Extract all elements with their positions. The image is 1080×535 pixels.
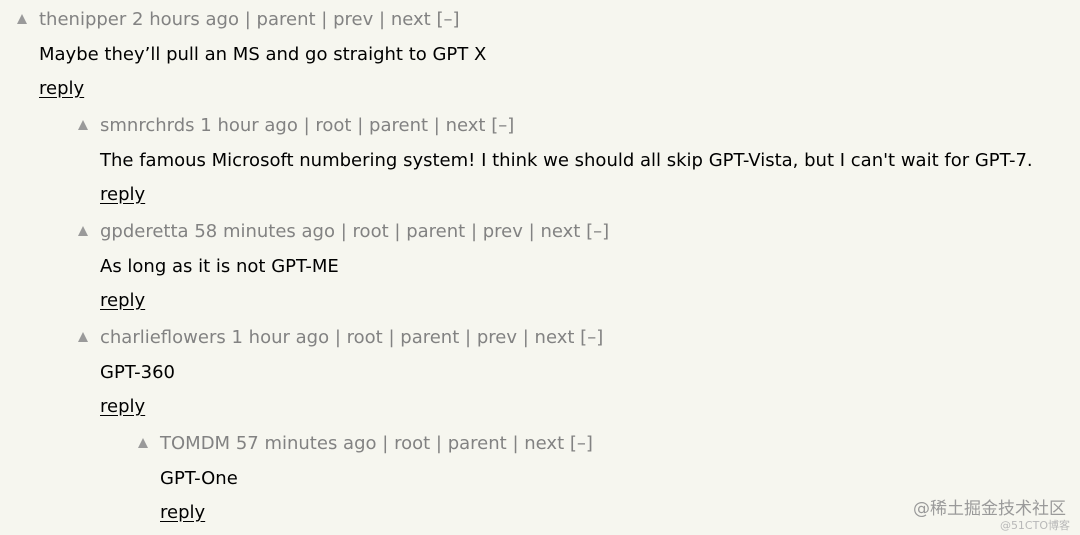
comment-age[interactable]: 1 hour ago [200, 115, 298, 136]
comment-age[interactable]: 2 hours ago [132, 9, 239, 30]
comment-meta: TOMDM 57 minutes ago | root | parent | n… [160, 424, 593, 464]
comment-user[interactable]: charlieflowers [100, 327, 226, 348]
prev-link[interactable]: prev [483, 221, 523, 242]
comment: smnrchrds 1 hour ago | root | parent | n… [0, 106, 1080, 205]
collapse-toggle[interactable]: [–] [491, 115, 514, 136]
reply-link[interactable]: reply [100, 390, 145, 424]
parent-link[interactable]: parent [406, 221, 465, 242]
meta-separator: | [379, 9, 386, 30]
comment-header: smnrchrds 1 hour ago | root | parent | n… [0, 106, 1080, 146]
comment-text: Maybe they’ll pull an MS and go straight… [39, 44, 487, 65]
parent-link[interactable]: parent [257, 9, 316, 30]
comment-header: gpderetta 58 minutes ago | root | parent… [0, 212, 1080, 252]
meta-separator: | [382, 433, 389, 454]
next-link[interactable]: next [446, 115, 486, 136]
collapse-toggle[interactable]: [–] [586, 221, 609, 242]
next-link[interactable]: next [540, 221, 580, 242]
root-link[interactable]: root [353, 221, 389, 242]
meta-separator: | [528, 221, 535, 242]
root-link[interactable]: root [394, 433, 430, 454]
comment-user[interactable]: TOMDM [160, 433, 230, 454]
upvote-arrow-icon[interactable] [75, 106, 91, 146]
meta-separator: | [357, 115, 364, 136]
meta-separator: | [388, 327, 395, 348]
next-link[interactable]: next [391, 9, 431, 30]
meta-separator: | [303, 115, 310, 136]
upvote-arrow-icon[interactable] [14, 0, 30, 40]
collapse-toggle[interactable]: [–] [436, 9, 459, 30]
meta-separator: | [321, 9, 328, 30]
comment-text: GPT-One [160, 468, 238, 489]
next-link[interactable]: next [524, 433, 564, 454]
parent-link[interactable]: parent [400, 327, 459, 348]
comment-header: thenipper 2 hours ago | parent | prev | … [0, 0, 1080, 40]
reply-link[interactable]: reply [100, 284, 145, 318]
comment-user[interactable]: thenipper [39, 9, 126, 30]
meta-separator: | [244, 9, 251, 30]
meta-separator: | [433, 115, 440, 136]
comment-user[interactable]: smnrchrds [100, 115, 195, 136]
comment-meta: smnrchrds 1 hour ago | root | parent | n… [100, 106, 514, 146]
collapse-toggle[interactable]: [–] [570, 433, 593, 454]
comment-text: The famous Microsoft numbering system! I… [100, 150, 1033, 171]
meta-separator: | [522, 327, 529, 348]
meta-separator: | [512, 433, 519, 454]
meta-separator: | [465, 327, 472, 348]
comment-thread: thenipper 2 hours ago | parent | prev | … [0, 0, 1080, 535]
comment-header: charlieflowers 1 hour ago | root | paren… [0, 318, 1080, 358]
comment: thenipper 2 hours ago | parent | prev | … [0, 0, 1080, 99]
root-link[interactable]: root [315, 115, 351, 136]
meta-separator: | [470, 221, 478, 242]
upvote-arrow-icon[interactable] [75, 318, 91, 358]
meta-separator: | [394, 221, 401, 242]
comment-meta: thenipper 2 hours ago | parent | prev | … [39, 0, 460, 40]
meta-separator: | [435, 433, 442, 454]
meta-separator: | [340, 221, 347, 242]
comment-meta: gpderetta 58 minutes ago | root | parent… [100, 212, 609, 252]
parent-link[interactable]: parent [369, 115, 428, 136]
prev-link[interactable]: prev [333, 9, 373, 30]
comment: charlieflowers 1 hour ago | root | paren… [0, 318, 1080, 417]
watermark: @稀土掘金技术社区 [913, 499, 1066, 519]
comment-text: As long as it is not GPT-ME [100, 256, 339, 277]
comment-age[interactable]: 57 minutes ago [236, 433, 377, 454]
prev-link[interactable]: prev [477, 327, 517, 348]
collapse-toggle[interactable]: [–] [580, 327, 603, 348]
root-link[interactable]: root [347, 327, 383, 348]
comment-header: TOMDM 57 minutes ago | root | parent | n… [0, 424, 1080, 464]
reply-link[interactable]: reply [160, 496, 205, 530]
comment-age[interactable]: 1 hour ago [231, 327, 329, 348]
parent-link[interactable]: parent [448, 433, 507, 454]
comment-meta: charlieflowers 1 hour ago | root | paren… [100, 318, 603, 358]
reply-link[interactable]: reply [100, 178, 145, 212]
comment: TOMDM 57 minutes ago | root | parent | n… [0, 424, 1080, 523]
reply-link[interactable]: reply [39, 72, 84, 106]
comment-age[interactable]: 58 minutes ago [194, 221, 335, 242]
comment-text: GPT-360 [100, 362, 175, 383]
watermark-secondary: @51CTO博客 [999, 519, 1070, 532]
upvote-arrow-icon[interactable] [135, 424, 151, 464]
comment: gpderetta 58 minutes ago | root | parent… [0, 212, 1080, 311]
upvote-arrow-icon[interactable] [75, 212, 91, 252]
meta-separator: | [334, 327, 341, 348]
next-link[interactable]: next [535, 327, 575, 348]
comment-user[interactable]: gpderetta [100, 221, 189, 242]
